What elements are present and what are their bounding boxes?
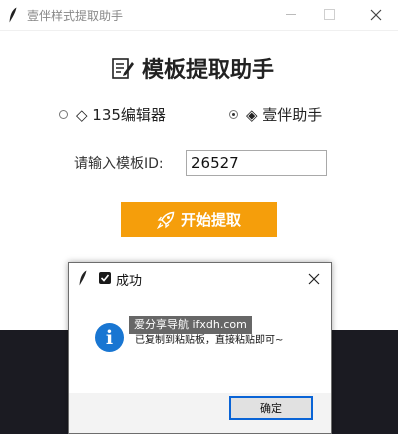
close-icon [370, 9, 382, 21]
info-icon: i [95, 323, 124, 352]
radio-circle-icon[interactable] [59, 109, 68, 119]
radio-yiban-assistant[interactable]: ◈ 壹伴助手 [229, 102, 322, 126]
start-extract-label: 开始提取 [180, 211, 241, 229]
title-bar: 壹伴样式提取助手 [0, 0, 398, 31]
radio-checked-icon[interactable] [229, 109, 238, 119]
ok-button[interactable]: 确定 [229, 396, 313, 420]
page-header: 模板提取助手 [112, 52, 274, 84]
feather-icon [79, 270, 87, 286]
page-title: 模板提取助手 [142, 58, 275, 83]
check-box-icon [99, 272, 111, 284]
template-id-input[interactable] [186, 150, 327, 176]
dialog-body: i 已复制到粘贴板，直接粘贴即可~ 爱分享导航 ifxdh.com [69, 293, 331, 393]
rocket-icon [156, 211, 175, 229]
start-extract-button[interactable]: 开始提取 [121, 202, 277, 237]
close-button[interactable] [356, 0, 396, 30]
dialog-title-bar: 成功 [69, 263, 331, 293]
memo-icon [112, 58, 134, 79]
minimize-icon [286, 14, 296, 15]
dialog-close-button[interactable] [307, 271, 321, 285]
feather-icon [9, 7, 17, 23]
radio-135-editor[interactable]: ◇ 135编辑器 [59, 102, 166, 126]
watermark-overlay: 爱分享导航 ifxdh.com [129, 316, 252, 334]
maximize-icon [324, 9, 335, 20]
radio-label-yiban-assistant: ◈ 壹伴助手 [246, 105, 323, 124]
window-title: 壹伴样式提取助手 [27, 9, 124, 23]
minimize-button[interactable] [272, 0, 312, 30]
template-id-label: 请输入模板ID: [74, 156, 164, 172]
radio-label-135-editor: ◇ 135编辑器 [76, 105, 166, 124]
maximize-button[interactable] [310, 0, 350, 30]
dialog-title: 成功 [116, 274, 143, 289]
success-dialog: 成功 i 已复制到粘贴板，直接粘贴即可~ 爱分享导航 ifxdh.com 确定 [68, 262, 332, 434]
close-icon [308, 273, 320, 285]
